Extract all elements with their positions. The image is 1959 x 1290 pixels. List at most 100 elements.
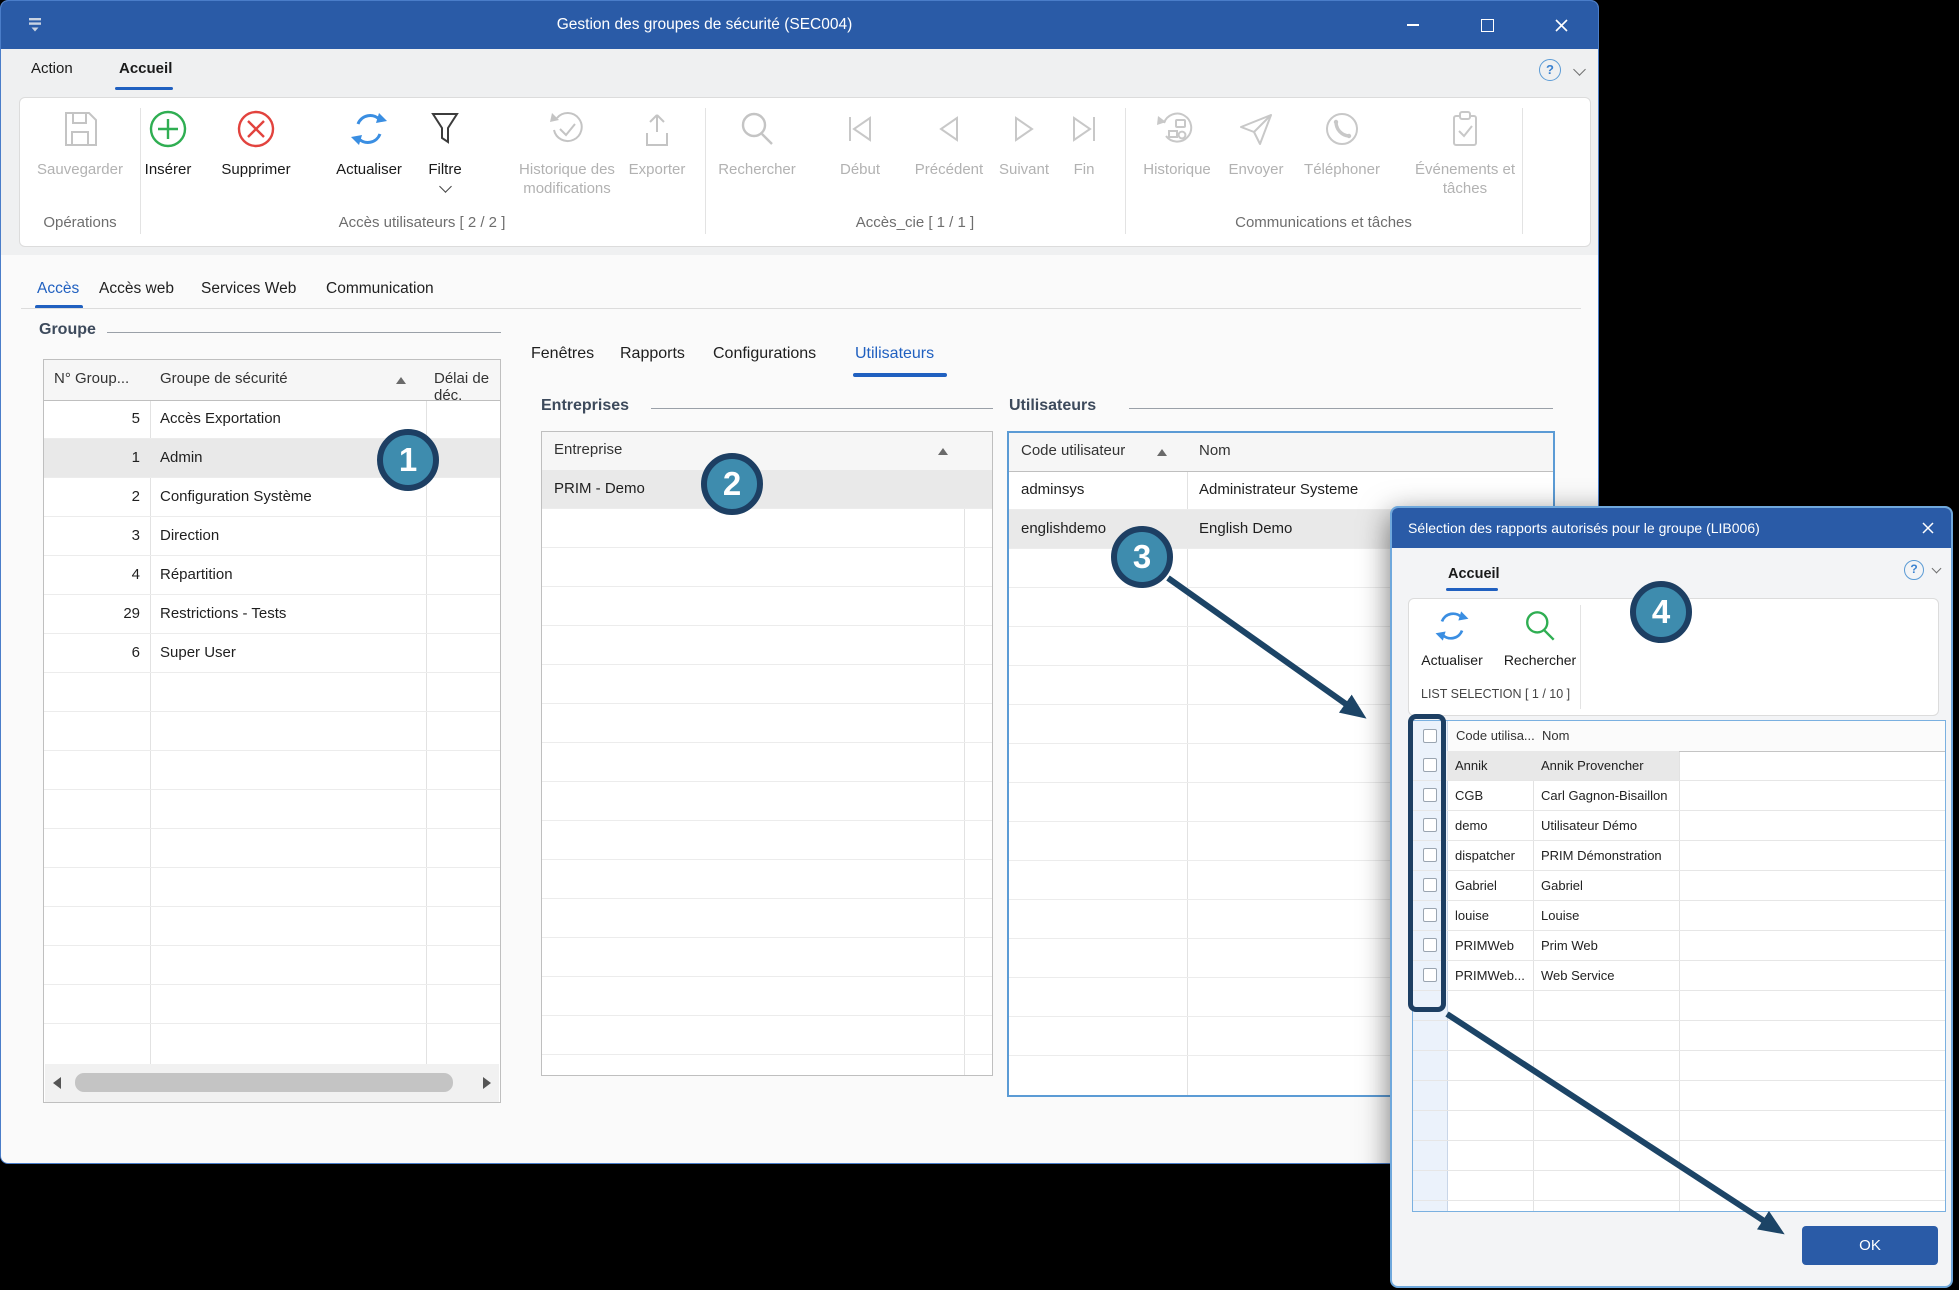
close-button[interactable]	[1538, 1, 1584, 49]
table-row[interactable]: dispatcher PRIM Démonstration	[1413, 841, 1945, 870]
annotation-badge-2: 2	[701, 453, 763, 515]
table-row[interactable]: Gabriel Gabriel	[1413, 871, 1945, 900]
annotation-badge-1: 1	[377, 429, 439, 491]
tab-acces[interactable]: Accès	[37, 273, 79, 305]
table-row[interactable]: 6 Super User	[44, 634, 500, 672]
main-window: Gestion des groupes de sécurité (SEC004)…	[0, 0, 1599, 1164]
filter-dropdown-chevron-icon[interactable]	[439, 180, 452, 193]
table-row[interactable]: 5 Accès Exportation	[44, 400, 500, 438]
events-tasks-icon	[1410, 106, 1520, 156]
table-row[interactable]: 3 Direction	[44, 517, 500, 555]
tab-acces-web[interactable]: Accès web	[99, 273, 174, 305]
subtab-utilisateurs[interactable]: Utilisateurs	[855, 339, 934, 369]
chevron-down-icon[interactable]	[1573, 63, 1586, 76]
ribbon-separator	[1522, 108, 1523, 234]
header-code-utilisateur[interactable]: Code utilisateur	[1021, 442, 1125, 459]
screen: Gestion des groupes de sécurité (SEC004)…	[0, 0, 1959, 1290]
send-icon	[1216, 106, 1296, 156]
refresh-icon	[319, 106, 419, 156]
checkbox-column-highlight	[1408, 714, 1446, 1012]
dialog-button-actualiser[interactable]: Actualiser	[1412, 605, 1492, 691]
header-nom[interactable]: Nom	[1199, 442, 1231, 459]
dialog-title: Sélection des rapports autorisés pour le…	[1408, 508, 1760, 548]
table-row[interactable]: PRIMWeb Prim Web	[1413, 931, 1945, 960]
insert-icon	[126, 106, 210, 156]
dialog-tab-underline	[1446, 588, 1498, 591]
horizontal-scrollbar[interactable]	[45, 1064, 499, 1102]
groupe-panel-title: Groupe	[39, 321, 96, 339]
table-row[interactable]: CGB Carl Gagnon-Bisaillon	[1413, 781, 1945, 810]
dialog-titlebar: Sélection des rapports autorisés pour le…	[1392, 508, 1951, 548]
scroll-right-icon[interactable]	[483, 1077, 491, 1089]
table-row[interactable]: PRIMWeb... Web Service	[1413, 961, 1945, 990]
header-groupe-securite[interactable]: Groupe de sécurité	[160, 370, 288, 387]
refresh-icon	[1412, 605, 1492, 649]
scroll-left-icon[interactable]	[53, 1077, 61, 1089]
table-row[interactable]: louise Louise	[1413, 901, 1945, 930]
titlebar: Gestion des groupes de sécurité (SEC004)	[1, 1, 1598, 49]
entreprises-table-header: Entreprise	[542, 432, 992, 471]
ribbon-group-operations: Opérations	[20, 214, 140, 238]
table-row-selected[interactable]: Annik Annik Provencher	[1413, 751, 1945, 780]
communication-history-icon	[1127, 106, 1227, 156]
sort-asc-icon	[938, 448, 948, 455]
table-row-selected[interactable]: PRIM - Demo	[542, 470, 992, 508]
minimize-button[interactable]	[1390, 1, 1436, 49]
dialog-tab-accueil[interactable]: Accueil	[1448, 560, 1500, 588]
maximize-button[interactable]	[1464, 1, 1510, 49]
table-row[interactable]: 4 Répartition	[44, 556, 500, 594]
history-check-icon	[509, 106, 625, 156]
header-code-utilisa[interactable]: Code utilisa...	[1456, 721, 1535, 750]
menu-action[interactable]: Action	[31, 49, 73, 89]
dialog-table-header: Code utilisa... Nom	[1448, 721, 1945, 752]
tab-divider-line	[21, 308, 1581, 309]
ribbon-separator	[1125, 108, 1126, 234]
ok-button[interactable]: OK	[1802, 1226, 1938, 1265]
subtab-configurations[interactable]: Configurations	[713, 339, 816, 369]
save-icon	[20, 106, 140, 156]
dialog-table-body: Annik Annik Provencher CGB Carl Gagnon-B…	[1413, 751, 1945, 1210]
header-delai[interactable]: Délai de déc.	[434, 370, 500, 404]
entreprises-table-body: PRIM - Demo	[542, 470, 992, 1074]
menu-accueil[interactable]: Accueil	[119, 49, 172, 89]
next-record-icon	[986, 106, 1062, 156]
last-record-icon	[1054, 106, 1114, 156]
table-row[interactable]: 29 Restrictions - Tests	[44, 595, 500, 633]
utilisateurs-panel-rule	[1129, 408, 1553, 409]
help-icon[interactable]: ?	[1539, 59, 1561, 81]
ribbon-group-acces-utilisateurs: Accès utilisateurs [ 2 / 2 ]	[142, 214, 702, 238]
table-row[interactable]: 2 Configuration Système	[44, 478, 500, 516]
dialog-button-rechercher[interactable]: Rechercher	[1500, 605, 1580, 691]
search-icon	[1500, 605, 1580, 649]
ribbon: Sauvegarder Insérer Supprimer	[19, 97, 1591, 247]
table-row[interactable]: demo Utilisateur Démo	[1413, 811, 1945, 840]
dialog-chevron-down-icon[interactable]	[1932, 564, 1942, 574]
utilisateurs-table-header: Code utilisateur Nom	[1009, 433, 1553, 472]
phone-icon	[1290, 106, 1394, 156]
header-nom[interactable]: Nom	[1542, 721, 1569, 750]
menu-accueil-underline	[115, 87, 173, 90]
header-num-groupe[interactable]: N° Group...	[54, 370, 129, 387]
dialog-help-icon[interactable]: ?	[1904, 560, 1924, 580]
ribbon-separator	[1580, 605, 1581, 709]
annotation-badge-4: 4	[1630, 581, 1692, 643]
scrollbar-thumb[interactable]	[75, 1073, 453, 1092]
groupe-panel-rule	[107, 332, 501, 333]
tab-communication[interactable]: Communication	[326, 273, 434, 305]
entreprises-table: Entreprise PRIM - Demo	[541, 431, 993, 1076]
dialog-ribbon-group-label: LIST SELECTION [ 1 / 10 ]	[1421, 687, 1570, 701]
ribbon-group-communications: Communications et tâches	[1127, 214, 1520, 238]
subtab-rapports[interactable]: Rapports	[620, 339, 685, 369]
subtab-fenetres[interactable]: Fenêtres	[531, 339, 594, 369]
tab-services-web[interactable]: Services Web	[201, 273, 296, 305]
entreprises-panel-rule	[651, 408, 993, 409]
header-entreprise[interactable]: Entreprise	[554, 441, 622, 458]
table-row[interactable]: adminsys Administrateur Systeme	[1009, 471, 1553, 509]
search-icon	[702, 106, 812, 156]
filter-icon	[410, 106, 480, 156]
sort-asc-icon	[1157, 449, 1167, 456]
annotation-badge-3: 3	[1111, 526, 1173, 588]
dialog-close-button[interactable]	[1915, 515, 1941, 541]
entreprises-panel-title: Entreprises	[541, 397, 629, 415]
export-icon	[617, 106, 697, 156]
